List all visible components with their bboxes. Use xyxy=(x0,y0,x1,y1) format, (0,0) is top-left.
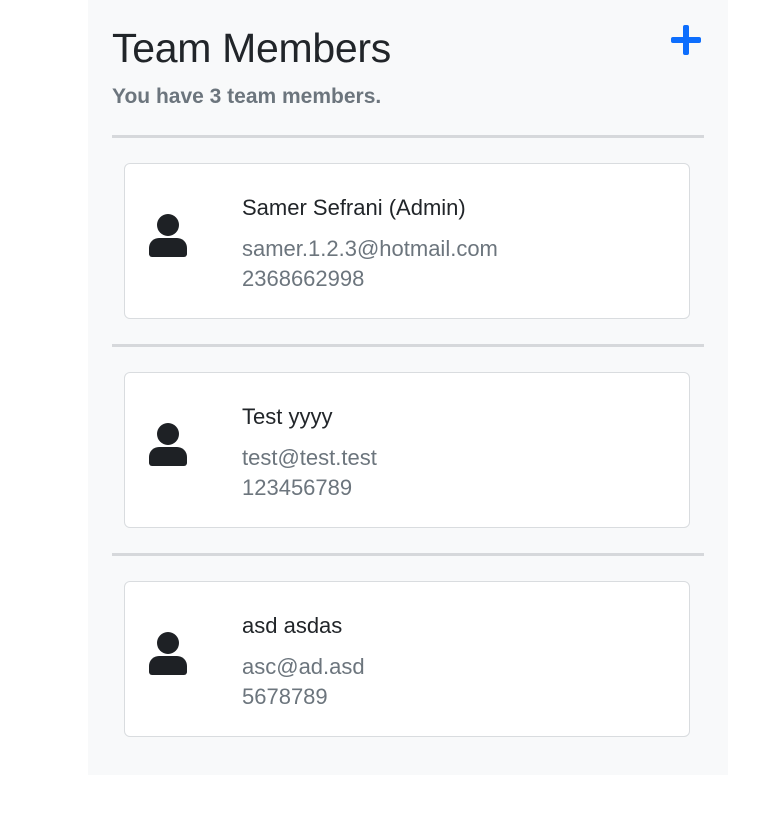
add-member-button[interactable] xyxy=(668,22,704,58)
divider xyxy=(112,135,704,138)
member-name: Test yyyy xyxy=(242,404,333,429)
member-info: asd asdas asc@ad.asd 5678789 xyxy=(242,612,365,712)
member-info: Samer Sefrani (Admin) samer.1.2.3@hotmai… xyxy=(242,194,498,294)
member-phone: 2368662998 xyxy=(242,266,365,291)
member-name: asd asdas xyxy=(242,613,343,638)
member-info: Test yyyy test@test.test 123456789 xyxy=(242,403,377,503)
person-icon xyxy=(149,632,187,676)
team-members-panel: Team Members You have 3 team members. Sa… xyxy=(88,0,728,775)
person-icon xyxy=(149,214,187,258)
member-card[interactable]: asd asdas asc@ad.asd 5678789 xyxy=(124,581,690,737)
person-icon xyxy=(149,423,187,467)
member-phone: 5678789 xyxy=(242,684,328,709)
member-phone: 123456789 xyxy=(242,475,353,500)
divider xyxy=(112,344,704,347)
panel-header: Team Members You have 3 team members. xyxy=(112,20,704,110)
member-email: samer.1.2.3@hotmail.com xyxy=(242,236,498,261)
member-name: Samer Sefrani (Admin) xyxy=(242,195,466,220)
divider xyxy=(112,553,704,556)
member-count-text: You have 3 team members. xyxy=(112,85,382,108)
member-card[interactable]: Samer Sefrani (Admin) samer.1.2.3@hotmai… xyxy=(124,163,690,319)
member-email: asc@ad.asd xyxy=(242,654,365,679)
page-title: Team Members xyxy=(112,25,391,71)
member-card[interactable]: Test yyyy test@test.test 123456789 xyxy=(124,372,690,528)
member-email: test@test.test xyxy=(242,445,377,470)
